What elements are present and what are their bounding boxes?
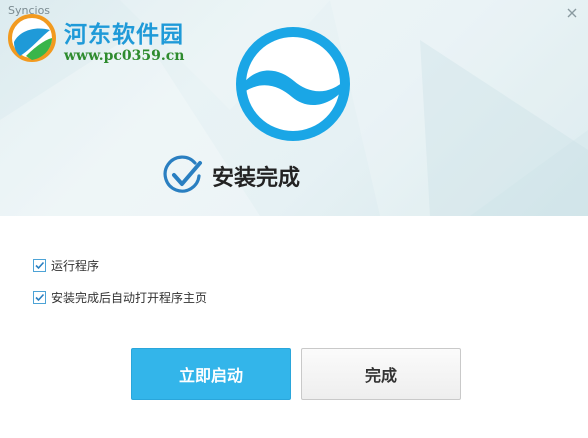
watermark-logo-icon [8, 14, 56, 62]
finish-button[interactable]: 完成 [301, 348, 461, 400]
install-status: 安装完成 [162, 155, 300, 197]
run-program-checkbox[interactable] [33, 258, 46, 272]
open-homepage-checkbox[interactable] [33, 290, 46, 304]
run-program-label: 运行程序 [51, 258, 100, 273]
header-banner: Syncios 河东软件园 www.pc0359.cn 安装完成 [0, 0, 588, 216]
close-icon [567, 8, 577, 18]
options-list: 运行程序 安装完成后自动打开程序主页 [33, 257, 207, 321]
close-button[interactable] [564, 5, 580, 21]
check-circle-icon [163, 155, 202, 193]
status-message: 安装完成 [212, 166, 301, 191]
open-homepage-label: 安装完成后自动打开程序主页 [51, 290, 208, 305]
run-program-option[interactable]: 运行程序 [33, 257, 207, 273]
launch-now-button[interactable]: 立即启动 [131, 348, 291, 400]
checkmark-icon [35, 261, 45, 269]
syncios-logo-icon [236, 27, 350, 141]
watermark: 河东软件园 www.pc0359.cn [6, 12, 226, 72]
open-homepage-option[interactable]: 安装完成后自动打开程序主页 [33, 289, 207, 305]
watermark-site-name: 河东软件园 [64, 21, 184, 48]
watermark-url: www.pc0359.cn [64, 48, 185, 64]
checkmark-icon [35, 293, 45, 301]
